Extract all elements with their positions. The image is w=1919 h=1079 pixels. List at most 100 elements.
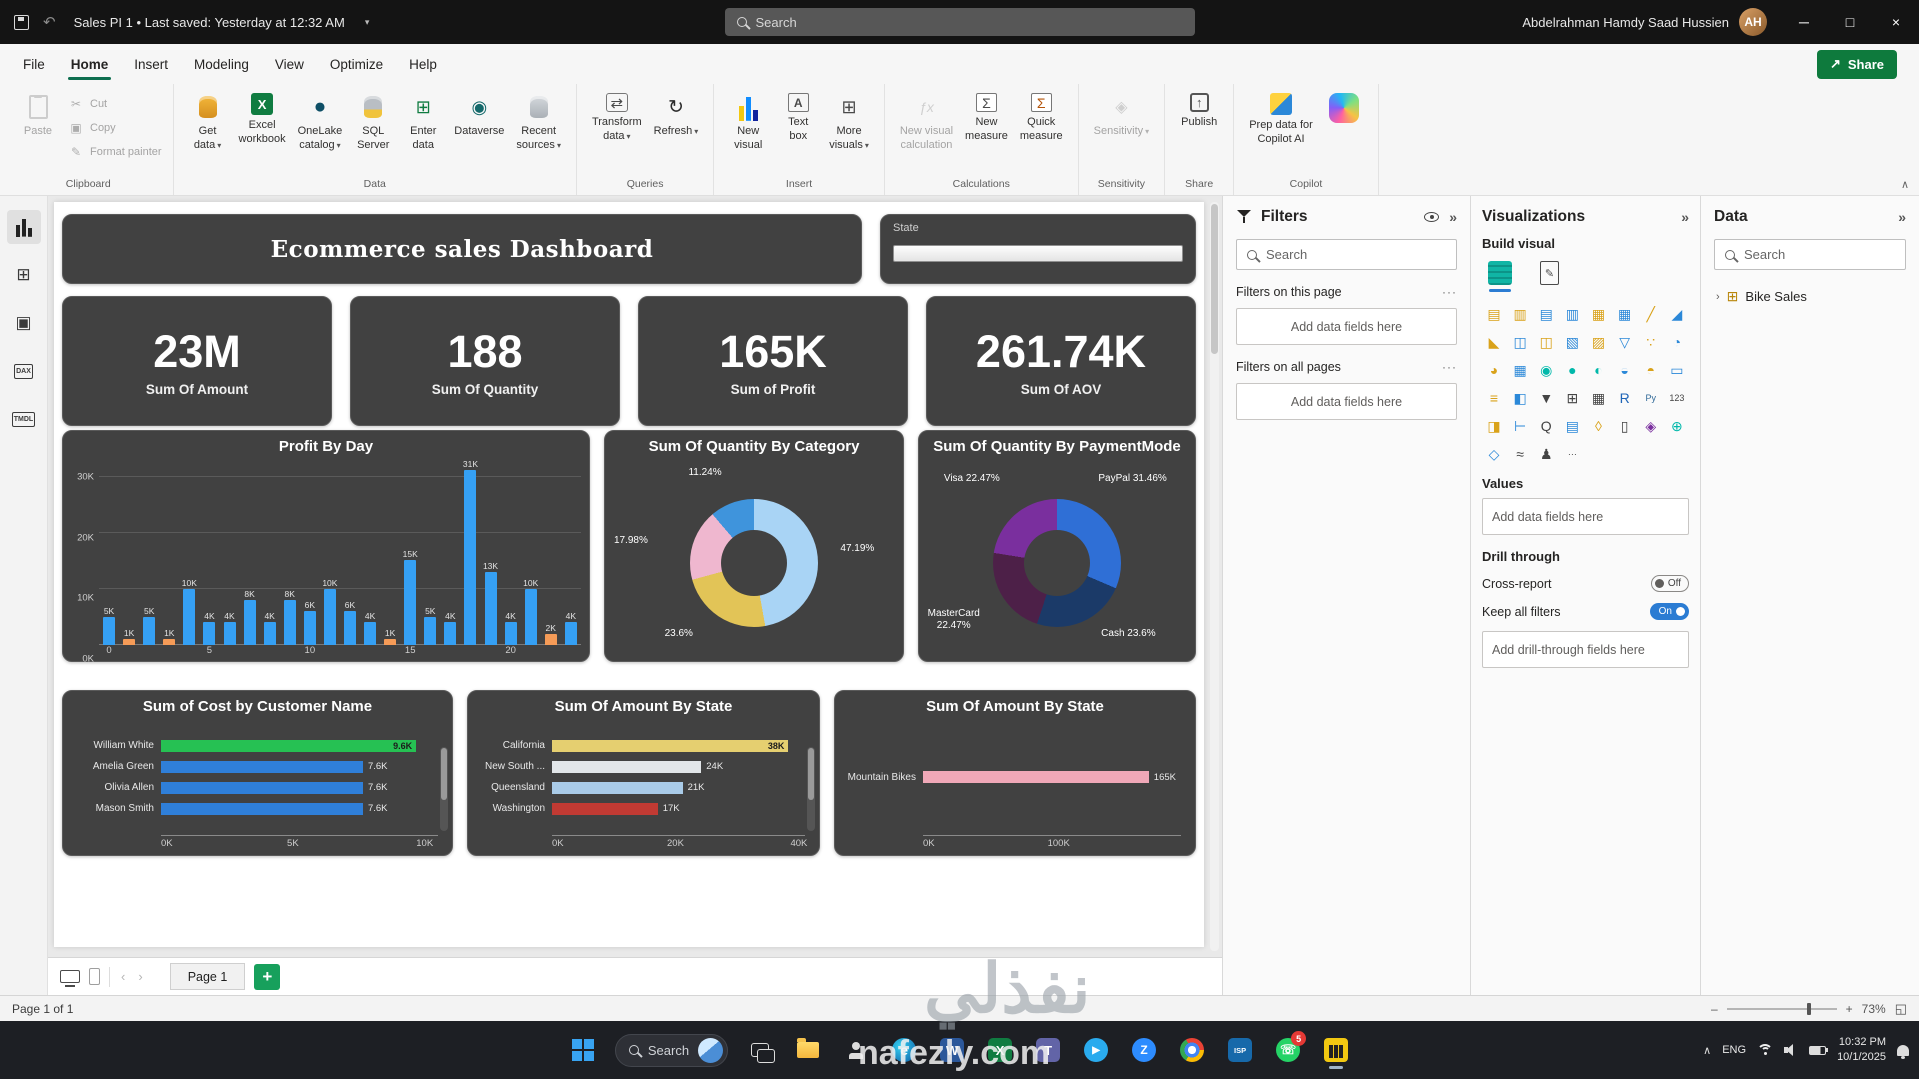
build-visual-tab[interactable]	[1488, 261, 1512, 292]
key-influencers-icon[interactable]: ◨	[1482, 414, 1506, 438]
format-visual-tab[interactable]: ✎	[1540, 261, 1559, 292]
people-visual-icon[interactable]: ♟	[1534, 442, 1558, 466]
area-chart-icon[interactable]: ◢	[1665, 302, 1689, 326]
text-box-button[interactable]: ATextbox	[773, 86, 823, 146]
more-visuals-button[interactable]: ⊞Morevisuals▾	[823, 86, 875, 155]
sensitivity-button[interactable]: ◈Sensitivity▾	[1088, 86, 1156, 141]
dax-view-button[interactable]: DAX	[7, 354, 41, 388]
line-stacked-column-chart-icon[interactable]: ◫	[1508, 330, 1532, 354]
notification-bell-icon[interactable]	[1897, 1045, 1909, 1056]
menu-item-home[interactable]: Home	[58, 44, 122, 84]
kpi-card-sum-of-quantity[interactable]: 188Sum Of Quantity	[350, 296, 620, 426]
bar-5[interactable]	[203, 622, 215, 645]
r-script-visual-icon[interactable]: R	[1613, 386, 1637, 410]
save-icon[interactable]	[14, 15, 29, 30]
bar-20[interactable]	[505, 622, 517, 645]
donut-chart[interactable]	[690, 499, 818, 627]
more-options-icon[interactable]: ···	[1442, 285, 1457, 299]
bar-19[interactable]	[485, 572, 497, 645]
dashboard-title-card[interactable]: Ecommerce sales Dashboard	[62, 214, 862, 284]
eye-icon[interactable]	[1424, 212, 1439, 222]
bar-17[interactable]	[444, 622, 456, 645]
bar-new-south[interactable]	[552, 761, 701, 773]
values-drop-zone[interactable]: Add data fields here	[1482, 498, 1689, 535]
table-view-button[interactable]: ⊞	[7, 258, 41, 292]
line-chart-icon[interactable]: ╱	[1639, 302, 1663, 326]
undo-icon[interactable]: ↶	[43, 13, 56, 31]
100-stacked-column-chart-icon[interactable]: ▦	[1613, 302, 1637, 326]
collapse-pane-icon[interactable]: »	[1898, 209, 1906, 225]
pie-chart-icon[interactable]: ◔	[1665, 330, 1689, 354]
chevron-right-icon[interactable]: ›	[1716, 291, 1720, 303]
amount-by-state-chart-2[interactable]: Sum Of Amount By State Mountain Bikes165…	[834, 690, 1196, 856]
filter-drop-zone[interactable]: Add data fields here	[1236, 383, 1457, 420]
bar-0[interactable]	[103, 617, 115, 645]
data-table-bike-sales[interactable]: › ⊞ Bike Sales	[1714, 278, 1906, 315]
sql-server-button[interactable]: SQLServer	[348, 86, 398, 155]
bar-16[interactable]	[424, 617, 436, 645]
bar-2[interactable]	[143, 617, 155, 645]
fit-to-page-icon[interactable]: ◱	[1895, 1001, 1907, 1017]
funnel-chart-icon[interactable]: ▽	[1613, 330, 1637, 354]
bar-mason-smith[interactable]	[161, 803, 363, 815]
paginated-report-icon[interactable]: ▯	[1613, 414, 1637, 438]
arcgis-map-icon[interactable]: ⊕	[1665, 414, 1689, 438]
waterfall-chart-icon[interactable]: ▨	[1587, 330, 1611, 354]
drill-through-drop-zone[interactable]: Add drill-through fields here	[1482, 631, 1689, 668]
close-button[interactable]: ×	[1873, 0, 1919, 44]
ribbon-chart-icon[interactable]: ▧	[1560, 330, 1584, 354]
clustered-column-chart-icon[interactable]: ▥	[1560, 302, 1584, 326]
wifi-icon[interactable]	[1757, 1044, 1773, 1057]
treemap-icon[interactable]: ▦	[1508, 358, 1532, 382]
clock[interactable]: 10:32 PM 10/1/2025	[1837, 1035, 1886, 1065]
new-visual-button[interactable]: Newvisual	[723, 86, 773, 155]
maximize-button[interactable]: □	[1827, 0, 1873, 44]
stacked-area-chart-icon[interactable]: ◣	[1482, 330, 1506, 354]
quantity-by-paymentmode-chart[interactable]: Sum Of Quantity By PaymentMode PayPal 31…	[918, 430, 1196, 662]
global-search-input[interactable]: Search	[725, 8, 1195, 36]
state-slicer[interactable]: State	[880, 214, 1196, 284]
menu-item-modeling[interactable]: Modeling	[181, 44, 262, 84]
whatsapp-icon[interactable]: ☏5	[1267, 1029, 1309, 1071]
bar-11[interactable]	[324, 589, 336, 645]
bar-7[interactable]	[244, 600, 256, 645]
filter-drop-zone[interactable]: Add data fields here	[1236, 308, 1457, 345]
excel-icon[interactable]: X	[979, 1029, 1021, 1071]
people-icon[interactable]	[835, 1029, 877, 1071]
card-icon[interactable]: ▭	[1665, 358, 1689, 382]
calculation-group-icon[interactable]: 123	[1665, 386, 1689, 410]
decomposition-tree-icon[interactable]: ⊢	[1508, 414, 1532, 438]
more-options-icon[interactable]: ···	[1442, 360, 1457, 374]
isp-icon[interactable]: ISP	[1219, 1029, 1261, 1071]
chrome-icon[interactable]	[1171, 1029, 1213, 1071]
menu-item-help[interactable]: Help	[396, 44, 450, 84]
format-painter-button[interactable]: ✎Format painter	[67, 144, 162, 160]
share-button[interactable]: ↗ Share	[1817, 50, 1897, 79]
battery-icon[interactable]	[1809, 1046, 1826, 1055]
transform-data-button[interactable]: ⇄Transformdata▾	[586, 86, 648, 146]
task-view-icon[interactable]	[739, 1029, 781, 1071]
bar-william-white[interactable]: 9.6K	[161, 740, 416, 752]
zoom-slider[interactable]	[1727, 1008, 1837, 1010]
bar-13[interactable]	[364, 622, 376, 645]
bar-olivia-allen[interactable]	[161, 782, 363, 794]
shape-map-icon[interactable]: ◐	[1587, 358, 1611, 382]
zoom-in-button[interactable]: +	[1846, 1002, 1853, 1016]
state-slicer-input[interactable]	[893, 245, 1183, 262]
menu-item-optimize[interactable]: Optimize	[317, 44, 396, 84]
telegram-icon[interactable]: ▶	[1075, 1029, 1117, 1071]
avatar[interactable]: AH	[1739, 8, 1767, 36]
filters-search-input[interactable]: Search	[1236, 239, 1457, 270]
kpi-card-sum-of-aov[interactable]: 261.74KSum Of AOV	[926, 296, 1196, 426]
refresh-button[interactable]: ↻Refresh▾	[648, 86, 705, 141]
teams-icon[interactable]: T	[1027, 1029, 1069, 1071]
scrollbar[interactable]	[440, 747, 448, 831]
ribbon-collapse-icon[interactable]: ∧	[1901, 178, 1909, 191]
bar-8[interactable]	[264, 622, 276, 645]
slicer-icon[interactable]: ▼	[1534, 386, 1558, 410]
quantity-by-category-chart[interactable]: Sum Of Quantity By Category 47.19%23.6%1…	[604, 430, 904, 662]
tmdl-view-button[interactable]: TMDL	[7, 402, 41, 436]
bar-18[interactable]	[464, 470, 476, 645]
bar-15[interactable]	[404, 560, 416, 645]
desktop-layout-icon[interactable]	[60, 970, 80, 983]
